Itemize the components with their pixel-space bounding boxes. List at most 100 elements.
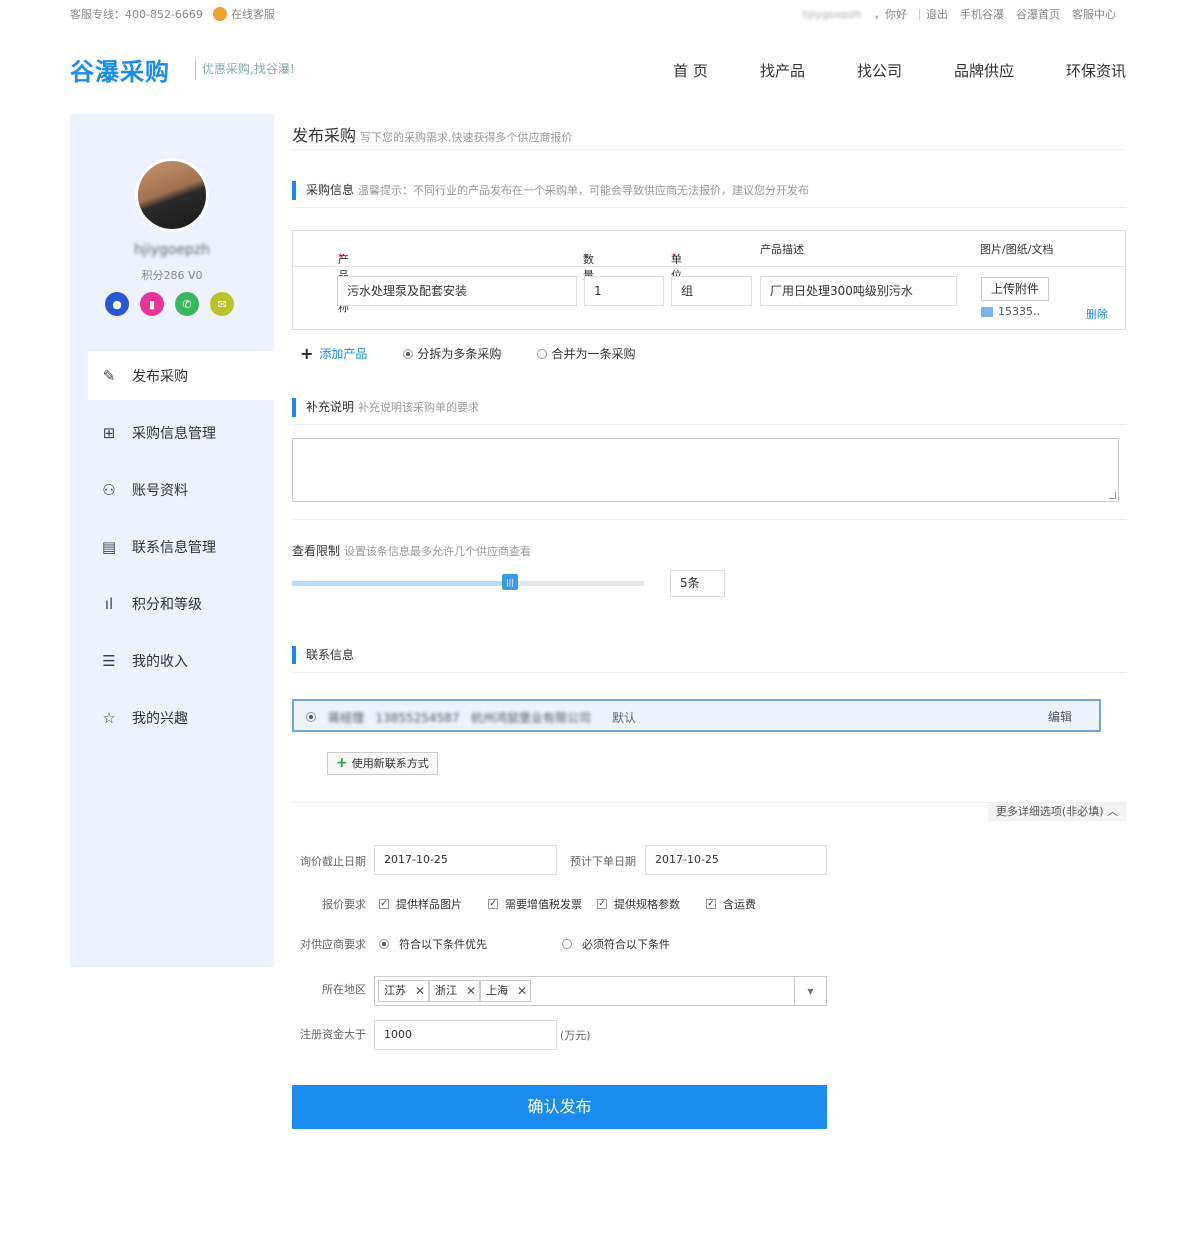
close-icon[interactable]: ✕ [517, 981, 527, 1001]
service-center-link[interactable]: 客服中心 [1066, 6, 1122, 22]
nav-products[interactable]: 找产品 [760, 60, 805, 81]
more-options-label: 更多详细选项(非必填) [995, 805, 1104, 818]
resize-grip-icon[interactable] [1109, 492, 1116, 499]
sidebar-item-points[interactable]: ıl 积分和等级 [88, 579, 274, 628]
phone-badge-icon[interactable]: ▮ [140, 292, 164, 316]
sidebar-item-interests[interactable]: ☆ 我的兴趣 [88, 693, 274, 742]
order-date-label: 预计下单日期 [570, 855, 636, 868]
identity-badge-icon[interactable]: ● [105, 292, 129, 316]
section-title: 采购信息 [306, 183, 355, 197]
section-supplement: 补充说明 补充说明该采购单的要求 [292, 398, 479, 417]
sidebar-item-label: 我的兴趣 [132, 710, 188, 727]
wechat-badge-icon[interactable]: ✆ [175, 292, 199, 316]
view-limit-slider[interactable]: ||| [292, 574, 644, 590]
new-contact-button[interactable]: + 使用新联系方式 [327, 752, 438, 775]
sidebar-item-income[interactable]: ☰ 我的收入 [88, 636, 274, 685]
split-label: 分拆为多条采购 [417, 347, 502, 361]
deadline-input[interactable]: 2017-10-25 [374, 845, 557, 875]
default-badge: 默认 [612, 711, 637, 725]
product-table-header: *产品名称 *数量 *单位 产品描述 图片/图纸/文档 [293, 231, 1125, 314]
checkbox-checked-icon: ✓ [706, 899, 716, 909]
checkbox-label: 含运费 [723, 898, 756, 911]
delete-link[interactable]: 删除 [1086, 306, 1108, 322]
capital-input[interactable]: 1000 [374, 1020, 557, 1050]
nav-news[interactable]: 环保资讯 [1066, 60, 1126, 81]
checkbox-vat-invoice[interactable]: ✓ 需要增值税发票 [488, 896, 582, 912]
user-icon: ⚇ [102, 480, 116, 499]
edit-contact-link[interactable]: 编辑 [1048, 708, 1072, 725]
radio-icon [537, 348, 548, 359]
close-icon[interactable]: ✕ [466, 981, 476, 1001]
chevron-down-icon[interactable]: ▼ [794, 977, 826, 1005]
unit-input[interactable]: 组 [671, 276, 752, 306]
section-title: 联系信息 [306, 648, 355, 662]
hotline: 客服专线：400-852-6669 [70, 8, 203, 21]
view-limit-value[interactable]: 5条 [670, 570, 725, 597]
nav-home[interactable]: 首 页 [673, 60, 708, 81]
section-hint: 温馨提示：不同行业的产品发布在一个采购单，可能会导致供应商无法报价，建议您分开发… [358, 184, 810, 197]
add-product-label: 添加产品 [319, 347, 368, 361]
more-options-toggle[interactable]: 更多详细选项(非必填) ︿ [987, 803, 1126, 821]
home-link[interactable]: 谷瀑首页 [1010, 6, 1066, 22]
view-limit-label: 查看限制 [292, 544, 341, 558]
checkbox-spec-params[interactable]: ✓ 提供规格参数 [597, 896, 680, 912]
quantity-input[interactable]: 1 [584, 276, 664, 306]
nav-companies[interactable]: 找公司 [857, 60, 902, 81]
logo[interactable]: 谷瀑采购 [70, 52, 170, 87]
slogan: 优惠采购,找谷瀑! [195, 58, 295, 80]
sidebar-item-purchase-manage[interactable]: ⊞ 采购信息管理 [88, 408, 274, 457]
capital-label: 注册资金大于 [300, 1028, 366, 1041]
sidebar-item-account[interactable]: ⚇ 账号资料 [88, 465, 274, 514]
checkbox-label: 提供样品图片 [396, 898, 462, 911]
close-icon[interactable]: ✕ [415, 981, 425, 1001]
radio-must[interactable]: 必须符合以下条件 [562, 936, 670, 952]
checkbox-checked-icon: ✓ [597, 899, 607, 909]
radio-label: 符合以下条件优先 [399, 938, 487, 951]
qq-icon [212, 7, 227, 21]
sidebar-item-contacts[interactable]: ▤ 联系信息管理 [88, 522, 274, 571]
sidebar-item-label: 积分和等级 [132, 596, 202, 613]
logout-link[interactable]: 退出 [920, 6, 954, 22]
nav-brands[interactable]: 品牌供应 [954, 60, 1014, 81]
sidebar-username: hjiygoepzh [133, 242, 211, 258]
plus-icon: + [300, 344, 314, 363]
top-username-text: hjiygoepzh [802, 8, 862, 21]
contact-option[interactable]: 蒋经理 13855254587 杭州鸿鼠堡业有限公司 默认 编辑 [292, 699, 1101, 732]
order-date-input[interactable]: 2017-10-25 [645, 845, 827, 875]
divider [292, 424, 1126, 425]
merge-radio[interactable]: 合并为一条采购 [537, 345, 635, 362]
contact-card-icon: ▤ [101, 537, 117, 556]
online-service-link[interactable]: 在线客服 [212, 6, 275, 22]
radio-prefer[interactable]: 符合以下条件优先 [379, 936, 487, 952]
product-name-input[interactable]: 污水处理泵及配套安装 [337, 276, 577, 306]
sidebar-item-label: 联系信息管理 [132, 539, 216, 556]
slider-handle[interactable]: ||| [502, 574, 518, 590]
chevron-up-icon: ︿ [1107, 805, 1118, 818]
mobile-link[interactable]: 手机谷瀑 [954, 6, 1010, 22]
region-select[interactable]: 江苏 ✕ 浙江 ✕ 上海 ✕ ▼ [374, 976, 827, 1006]
region-label: 所在地区 [322, 983, 366, 996]
checkbox-shipping[interactable]: ✓ 含运费 [706, 896, 756, 912]
bar-chart-icon: ıl [104, 594, 114, 613]
avatar[interactable] [135, 158, 209, 232]
sidebar: hjiygoepzh 积分286 V0 ● ▮ ✆ ✉ ✎ 发布采购 ⊞ 采购信… [70, 114, 274, 967]
email-badge-icon[interactable]: ✉ [210, 292, 234, 316]
description-input[interactable]: 厂用日处理300吨级别污水 [760, 276, 957, 306]
supplement-textarea[interactable] [292, 438, 1119, 502]
file-name: 15335.. [998, 305, 1040, 318]
upload-attachment-button[interactable]: 上传附件 [981, 277, 1050, 301]
product-options: + 添加产品 分拆为多条采购 合并为一条采购 [300, 344, 635, 363]
divider [292, 519, 1126, 520]
split-radio[interactable]: 分拆为多条采购 [403, 345, 501, 362]
submit-button[interactable]: 确认发布 [292, 1085, 827, 1129]
sidebar-item-label: 发布采购 [132, 368, 188, 385]
sidebar-item-publish[interactable]: ✎ 发布采购 [88, 351, 274, 400]
add-product-button[interactable]: + 添加产品 [300, 344, 367, 363]
page-title: 发布采购 写下您的采购需求,快速获得多个供应商报价 [292, 122, 573, 146]
sidebar-menu: ✎ 发布采购 ⊞ 采购信息管理 ⚇ 账号资料 ▤ 联系信息管理 ıl 积分和等级… [88, 351, 274, 750]
points-level: 积分286 V0 [141, 269, 203, 282]
divider [292, 672, 1126, 673]
attached-file[interactable]: 15335.. [981, 305, 1040, 318]
radio-icon [562, 939, 572, 949]
checkbox-sample-images[interactable]: ✓ 提供样品图片 [379, 896, 462, 912]
